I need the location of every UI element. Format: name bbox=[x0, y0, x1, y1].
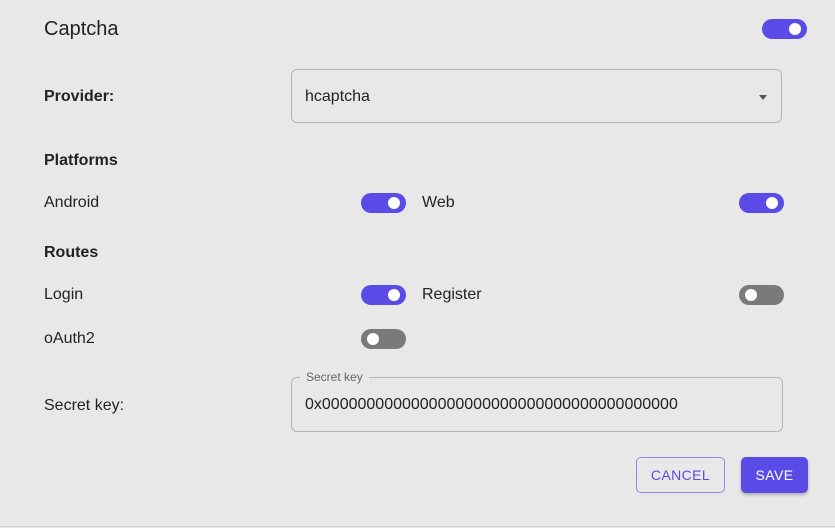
route-oauth2-label: oAuth2 bbox=[44, 330, 95, 347]
route-login-label: Login bbox=[44, 286, 84, 303]
toggle-knob bbox=[766, 197, 778, 209]
secret-key-input[interactable] bbox=[305, 394, 765, 416]
route-register-toggle[interactable] bbox=[739, 285, 784, 305]
platform-android-toggle[interactable] bbox=[361, 193, 406, 213]
save-button[interactable]: SAVE bbox=[741, 457, 808, 493]
provider-label: Provider: bbox=[44, 88, 115, 105]
routes-heading: Routes bbox=[44, 244, 99, 261]
secret-key-field[interactable]: Secret key bbox=[291, 369, 783, 432]
toggle-knob bbox=[789, 23, 801, 35]
toggle-knob bbox=[745, 289, 757, 301]
toggle-knob bbox=[388, 197, 400, 209]
secret-key-field-label: Secret key bbox=[300, 369, 369, 385]
cancel-button[interactable]: CANCEL bbox=[636, 457, 725, 493]
toggle-knob bbox=[367, 333, 379, 345]
platform-android-label: Android bbox=[44, 194, 100, 211]
route-register-label: Register bbox=[422, 286, 482, 303]
platform-web-label: Web bbox=[422, 194, 455, 211]
platform-web-toggle[interactable] bbox=[739, 193, 784, 213]
platforms-heading: Platforms bbox=[44, 152, 118, 169]
route-login-toggle[interactable] bbox=[361, 285, 406, 305]
captcha-enabled-toggle[interactable] bbox=[762, 19, 807, 39]
secret-key-label: Secret key: bbox=[44, 397, 125, 414]
captcha-settings-panel: Captcha Provider: hcaptcha Platforms And… bbox=[0, 0, 835, 527]
provider-select-value: hcaptcha bbox=[305, 88, 370, 105]
toggle-knob bbox=[388, 289, 400, 301]
route-oauth2-toggle[interactable] bbox=[361, 329, 406, 349]
chevron-down-icon bbox=[759, 95, 767, 100]
panel-title: Captcha bbox=[44, 18, 119, 40]
provider-select[interactable]: hcaptcha bbox=[291, 69, 782, 123]
